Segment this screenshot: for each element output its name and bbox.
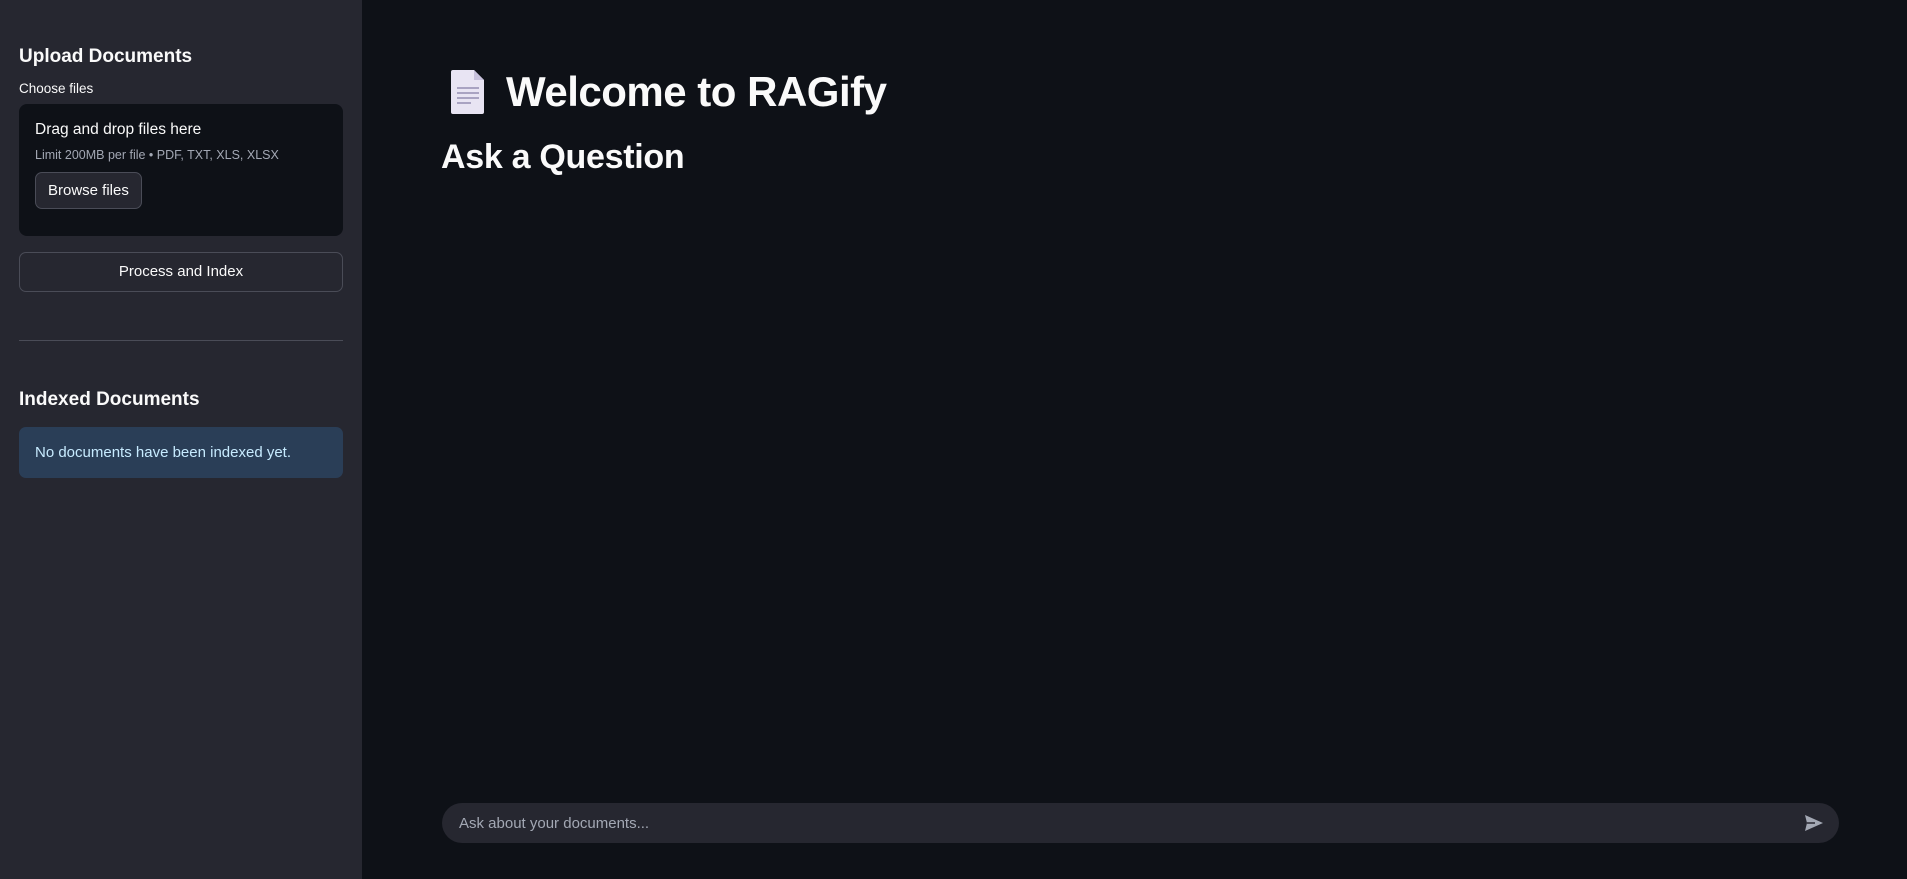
page-title: Welcome to RAGify [506,68,887,115]
send-button[interactable] [1799,808,1829,838]
upload-heading: Upload Documents [19,46,193,67]
sidebar: Upload Documents Choose files Drag and d… [0,0,362,879]
main-content: Welcome to RAGify Ask a Question [362,0,1907,879]
indexed-info-box: No documents have been indexed yet. [19,426,343,478]
dropzone-title: Drag and drop files here [35,120,202,138]
sidebar-divider [19,339,343,341]
indexed-heading: Indexed Documents [19,388,200,410]
app-root: Upload Documents Choose files Drag and d… [0,0,1907,879]
chat-input-bar [442,803,1839,843]
ask-question-heading: Ask a Question [441,138,685,176]
title-row: Welcome to RAGify [441,68,1907,116]
send-icon [1805,815,1823,831]
document-icon [451,70,484,114]
process-index-button[interactable]: Process and Index [19,251,343,292]
file-dropzone[interactable]: Drag and drop files here Limit 200MB per… [19,103,343,236]
choose-files-label: Choose files [19,80,94,96]
dropzone-limit: Limit 200MB per file • PDF, TXT, XLS, XL… [35,147,279,162]
chat-input[interactable] [459,814,1799,832]
browse-files-button[interactable]: Browse files [35,171,142,209]
